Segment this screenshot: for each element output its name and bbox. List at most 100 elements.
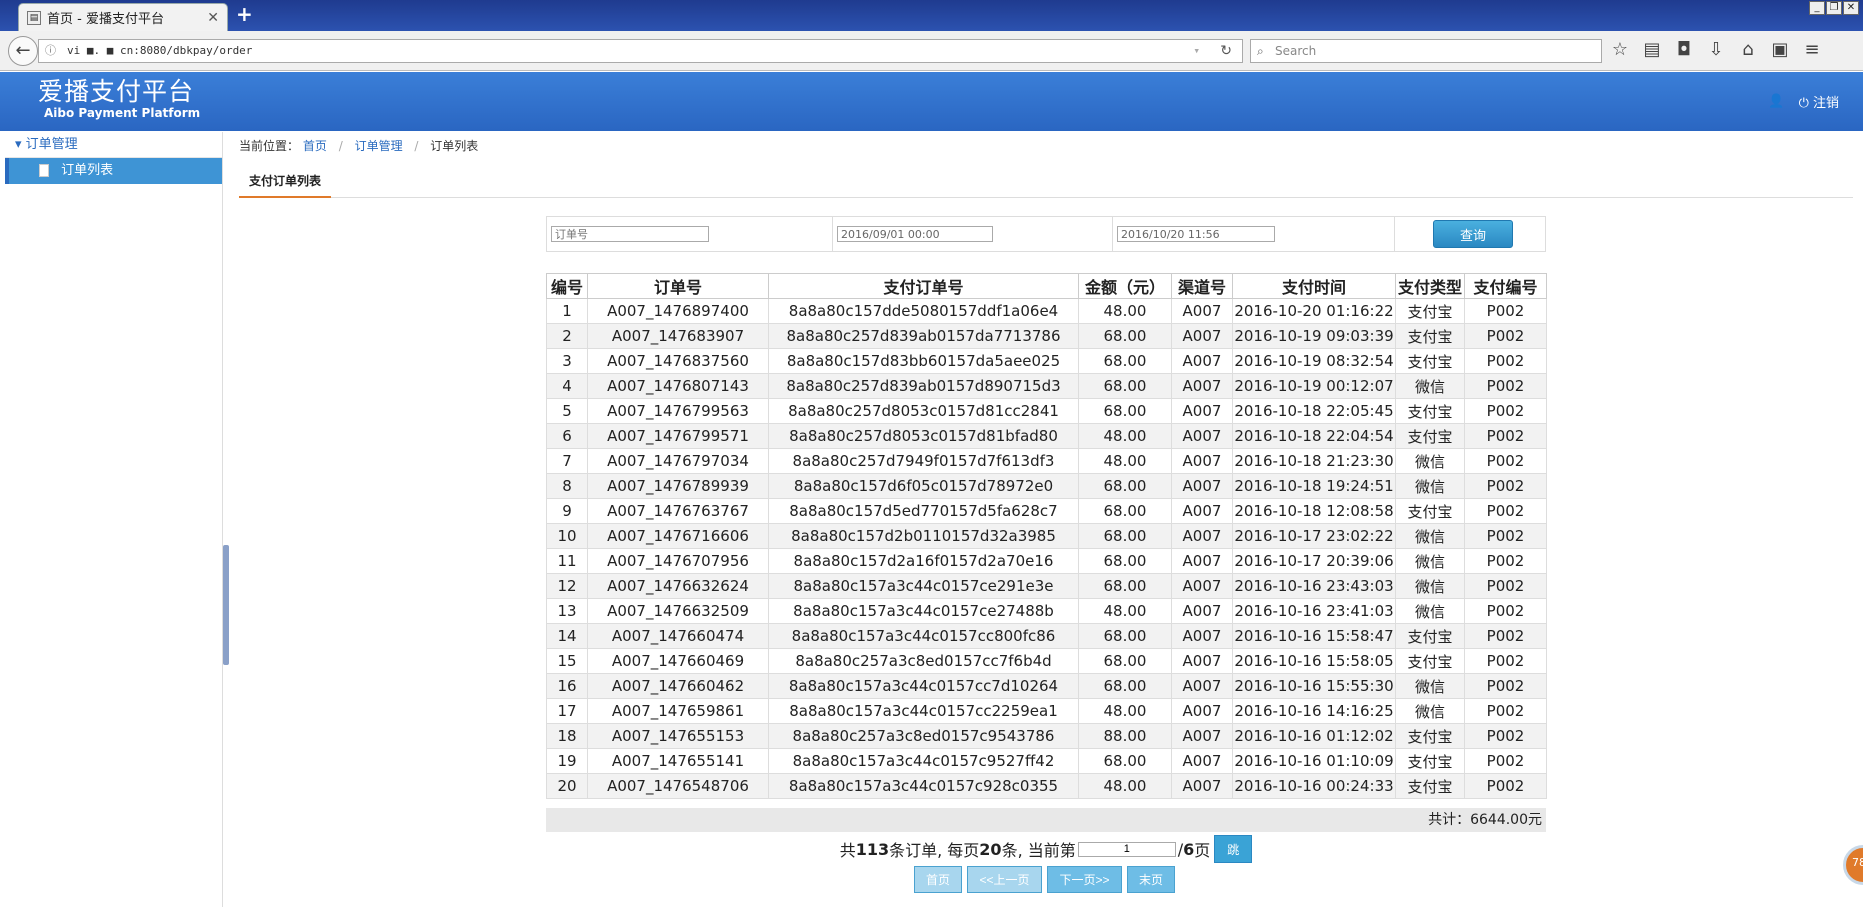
new-tab-button[interactable]: + [236, 2, 253, 26]
cell-order-no: A007_1476837560 [587, 348, 769, 374]
table-row: 8 A007_1476789939 8a8a80c157d6f05c0157d789… [546, 473, 1547, 499]
cell-pay-type: 支付宝 [1395, 298, 1465, 324]
cell-order-no: A007_1476632509 [587, 598, 769, 624]
prev-page-button[interactable]: <<上一页 [967, 866, 1042, 893]
dropdown-arrow-icon[interactable]: ▾ [1193, 40, 1200, 62]
bookmark-star-icon[interactable]: ☆ [1610, 39, 1630, 60]
cell-pay-order-no: 8a8a80c157a3c44c0157cc2259ea1 [768, 698, 1079, 724]
minimize-icon[interactable]: _ [1809, 1, 1825, 15]
cell-pay-time: 2016-10-16 15:58:05 [1232, 648, 1396, 674]
table-row: 11 A007_1476707956 8a8a80c157d2a16f0157d2a… [546, 548, 1547, 574]
addon-icon[interactable]: ▣ [1770, 39, 1790, 60]
cell-amount: 68.00 [1078, 348, 1172, 374]
info-icon[interactable]: ⓘ [45, 40, 56, 62]
cell-pay-code: P002 [1464, 698, 1547, 724]
filter-bar: 查询 [546, 216, 1546, 252]
query-button[interactable]: 查询 [1433, 220, 1513, 248]
filter-end-cell [1113, 217, 1395, 251]
home-icon[interactable]: ⌂ [1738, 39, 1758, 60]
cell-order-no: A007_1476897400 [587, 298, 769, 324]
cell-amount: 48.00 [1078, 448, 1172, 474]
table-row: 9 A007_1476763767 8a8a80c157d5ed770157d5fa… [546, 498, 1547, 524]
cell-pay-time: 2016-10-16 23:41:03 [1232, 598, 1396, 624]
cell-pay-code: P002 [1464, 573, 1547, 599]
cell-amount: 68.00 [1078, 323, 1172, 349]
cell-pay-code: P002 [1464, 498, 1547, 524]
cell-index: 9 [546, 498, 588, 524]
table-row: 6 A007_1476799571 8a8a80c257d8053c0157d81b… [546, 423, 1547, 449]
tab-payment-orders[interactable]: 支付订单列表 [239, 170, 332, 198]
cell-pay-order-no: 8a8a80c257d7949f0157d7f613df3 [768, 448, 1079, 474]
cell-pay-type: 支付宝 [1395, 348, 1465, 374]
close-window-icon[interactable]: ✕ [1843, 1, 1859, 15]
start-date-input[interactable] [837, 226, 993, 242]
page-number-input[interactable] [1077, 841, 1176, 857]
browser-search-input[interactable]: ⌕ Search [1250, 39, 1602, 63]
logout-button[interactable]: ⏻ 注销 [1799, 92, 1839, 111]
cell-index: 15 [546, 648, 588, 674]
table-header-row: 编号 订单号 支付订单号 金额（元） 渠道号 支付时间 支付类型 支付编号 [546, 273, 1547, 299]
cell-amount: 48.00 [1078, 298, 1172, 324]
cell-order-no: A007_1476807143 [587, 373, 769, 399]
cell-order-no: A007_147660469 [587, 648, 769, 674]
cell-pay-order-no: 8a8a80c257d8053c0157d81bfad80 [768, 423, 1079, 449]
cell-pay-code: P002 [1464, 373, 1547, 399]
cell-pay-type: 支付宝 [1395, 398, 1465, 424]
table-row: 1 A007_1476897400 8a8a80c157dde5080157ddf1… [546, 298, 1547, 324]
table-row: 13 A007_1476632509 8a8a80c157a3c44c0157ce2… [546, 598, 1547, 624]
next-page-button[interactable]: 下一页>> [1047, 866, 1122, 893]
cell-order-no: A007_147660462 [587, 673, 769, 699]
cell-pay-type: 支付宝 [1395, 648, 1465, 674]
cell-pay-code: P002 [1464, 323, 1547, 349]
document-icon [39, 164, 49, 177]
menu-icon[interactable]: ≡ [1802, 39, 1822, 60]
reload-icon[interactable]: ↻ [1220, 40, 1232, 62]
cell-channel: A007 [1171, 523, 1233, 549]
sidebar-group-label: 订单管理 [25, 137, 78, 152]
cell-index: 1 [546, 298, 588, 324]
download-icon[interactable]: ⇩ [1706, 39, 1726, 60]
cell-amount: 48.00 [1078, 598, 1172, 624]
cell-amount: 48.00 [1078, 773, 1172, 799]
order-number-input[interactable] [551, 226, 709, 242]
table-body: 1 A007_1476897400 8a8a80c157dde5080157ddf1… [546, 298, 1547, 799]
pocket-icon[interactable]: ◘ [1674, 39, 1694, 60]
col-header-index: 编号 [546, 273, 588, 299]
cell-order-no: A007_147659861 [587, 698, 769, 724]
cell-index: 20 [546, 773, 588, 799]
cell-pay-time: 2016-10-18 22:05:45 [1232, 398, 1396, 424]
cell-amount: 68.00 [1078, 473, 1172, 499]
browser-tab[interactable]: ▤ 首页 - 爱播支付平台 ✕ [18, 3, 228, 31]
back-arrow-icon[interactable]: ← [8, 36, 38, 66]
cell-order-no: A007_1476716606 [587, 523, 769, 549]
browser-navbar: ← ⓘ vi ■. ■ cn:8080/dbkpay/order ▾ ↻ ⌕ S… [0, 31, 1863, 71]
first-page-button[interactable]: 首页 [914, 866, 962, 893]
breadcrumb-home[interactable]: 首页 [303, 139, 327, 153]
restore-icon[interactable]: ❐ [1826, 1, 1842, 15]
end-date-input[interactable] [1117, 226, 1275, 242]
brand-name-en: Aibo Payment Platform [44, 106, 201, 120]
floating-badge[interactable]: 78 [1843, 845, 1863, 885]
cell-pay-type: 微信 [1395, 373, 1465, 399]
sidebar-group-orders[interactable]: ▾ 订单管理 [5, 132, 222, 158]
cell-index: 13 [546, 598, 588, 624]
url-bar[interactable]: ⓘ vi ■. ■ cn:8080/dbkpay/order ▾ ↻ [38, 39, 1243, 63]
cell-channel: A007 [1171, 473, 1233, 499]
sidebar-splitter[interactable] [223, 545, 229, 665]
cell-pay-time: 2016-10-16 15:55:30 [1232, 673, 1396, 699]
breadcrumb-order-mgmt[interactable]: 订单管理 [355, 139, 403, 153]
cell-channel: A007 [1171, 348, 1233, 374]
cell-pay-time: 2016-10-16 23:43:03 [1232, 573, 1396, 599]
tab-close-icon[interactable]: ✕ [207, 10, 219, 26]
orders-table: 编号 订单号 支付订单号 金额（元） 渠道号 支付时间 支付类型 支付编号 1A… [546, 273, 1547, 799]
cell-channel: A007 [1171, 548, 1233, 574]
reading-list-icon[interactable]: ▤ [1642, 39, 1662, 60]
table-row: 4 A007_1476807143 8a8a80c257d839ab0157d890… [546, 373, 1547, 399]
cell-pay-order-no: 8a8a80c257d839ab0157d890715d3 [768, 373, 1079, 399]
last-page-button[interactable]: 末页 [1127, 866, 1175, 893]
cell-channel: A007 [1171, 723, 1233, 749]
sidebar-item-order-list[interactable]: 订单列表 [5, 158, 222, 184]
jump-button[interactable]: 跳 [1214, 835, 1253, 863]
user-icon[interactable]: 👤 [1768, 94, 1784, 109]
cell-pay-time: 2016-10-19 00:12:07 [1232, 373, 1396, 399]
